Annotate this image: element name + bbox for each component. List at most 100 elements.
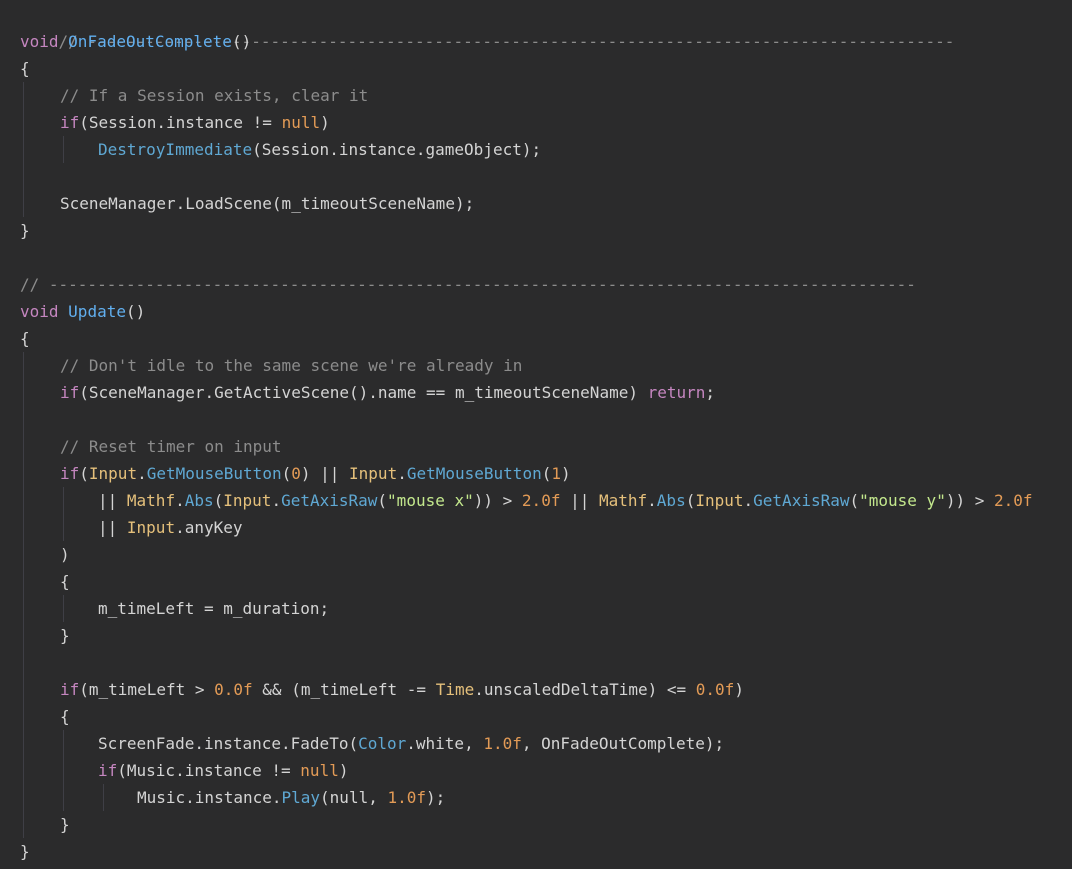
code-text: (Music.instance != bbox=[117, 761, 301, 780]
indent-guide bbox=[63, 136, 64, 163]
code-line: ScreenFade.instance.FadeTo(Color.white, … bbox=[98, 730, 724, 757]
type-name: Color bbox=[358, 734, 407, 753]
code-text: ); bbox=[426, 788, 446, 807]
code-line: void OnFadeOutComplete() bbox=[20, 28, 251, 55]
code-text: )) > bbox=[945, 491, 994, 510]
code-text: , bbox=[368, 788, 388, 807]
indent-guide bbox=[23, 82, 24, 217]
number-literal: 1.0f bbox=[483, 734, 522, 753]
code-text: || bbox=[98, 491, 127, 510]
keyword: if bbox=[60, 680, 80, 699]
code-line: { bbox=[20, 55, 30, 82]
code-text: . bbox=[271, 491, 282, 510]
comment: // Don't idle to the same scene we're al… bbox=[60, 356, 523, 375]
code-text: , OnFadeOutComplete); bbox=[521, 734, 725, 753]
code-text: ( bbox=[281, 464, 292, 483]
code-line: // Reset timer on input bbox=[60, 433, 282, 460]
code-line: // -------------------------------------… bbox=[20, 271, 916, 298]
code-text: (m_timeLeft > bbox=[79, 680, 215, 699]
code-editor[interactable]: // -------------------------------------… bbox=[0, 0, 1072, 869]
code-line: // Don't idle to the same scene we're al… bbox=[60, 352, 522, 379]
code-text: . bbox=[137, 464, 147, 483]
code-line: { bbox=[20, 325, 30, 352]
method-call: GetMouseButton bbox=[406, 464, 542, 483]
number-literal: 2.0f bbox=[521, 491, 561, 510]
code-text: ( bbox=[541, 464, 552, 483]
type-name: Mathf bbox=[126, 491, 176, 510]
number-literal: 0 bbox=[291, 464, 301, 483]
code-line: } bbox=[20, 217, 30, 244]
code-line: if(Input.GetMouseButton(0) || Input.GetM… bbox=[60, 460, 571, 487]
code-line: SceneManager.LoadScene(m_timeoutSceneNam… bbox=[60, 190, 474, 217]
brace: } bbox=[20, 842, 30, 861]
code-line: if(m_timeLeft > 0.0f && (m_timeLeft -= T… bbox=[60, 676, 744, 703]
code-text: m_timeLeft = m_duration; bbox=[98, 599, 330, 618]
code-text: Music.instance. bbox=[137, 788, 282, 807]
code-text: ScreenFade.instance.FadeTo( bbox=[98, 734, 359, 753]
code-line: Music.instance.Play(null, 1.0f); bbox=[137, 784, 445, 811]
null-literal: null bbox=[300, 761, 339, 780]
brace: { bbox=[60, 707, 70, 726]
code-line: if(Music.instance != null) bbox=[98, 757, 348, 784]
string-literal: "mouse x" bbox=[387, 491, 474, 510]
code-text: .unscaledDeltaTime) <= bbox=[474, 680, 696, 699]
code-text: (Session.instance.gameObject); bbox=[252, 140, 542, 159]
comment: // -------------------------------------… bbox=[20, 275, 916, 294]
keyword: return bbox=[647, 383, 706, 402]
brace: } bbox=[60, 626, 70, 645]
keyword: if bbox=[60, 113, 80, 132]
number-literal: 1.0f bbox=[387, 788, 426, 807]
punctuation: () bbox=[231, 32, 252, 51]
code-line: || Input.anyKey bbox=[98, 514, 243, 541]
code-text: || bbox=[98, 518, 127, 537]
code-text: . bbox=[397, 464, 407, 483]
code-text: ) bbox=[320, 113, 330, 132]
indent-guide bbox=[63, 487, 64, 541]
code-text: ( bbox=[213, 491, 224, 510]
function-name: Update bbox=[68, 302, 126, 321]
brace: } bbox=[60, 815, 70, 834]
comment: // Reset timer on input bbox=[60, 437, 282, 456]
brace: { bbox=[60, 572, 70, 591]
method-call: Play bbox=[281, 788, 321, 807]
code-text: || bbox=[560, 491, 599, 510]
code-text: ( bbox=[849, 491, 860, 510]
code-text: ( bbox=[320, 788, 330, 807]
code-text: ; bbox=[705, 383, 716, 402]
function-call: DestroyImmediate bbox=[98, 140, 253, 159]
indent-guide bbox=[23, 352, 24, 838]
type-name: Input bbox=[223, 491, 272, 510]
method-call: GetAxisRaw bbox=[753, 491, 850, 510]
method-call: GetMouseButton bbox=[146, 464, 282, 483]
code-text: (Session.instance != bbox=[79, 113, 282, 132]
number-literal: 1 bbox=[551, 464, 561, 483]
code-text: SceneManager.LoadScene(m_timeoutSceneNam… bbox=[60, 194, 475, 213]
code-text: ( bbox=[377, 491, 388, 510]
code-line: // If a Session exists, clear it bbox=[60, 82, 368, 109]
code-text: . bbox=[647, 491, 657, 510]
code-text: && (m_timeLeft -= bbox=[252, 680, 436, 699]
code-line: void Update() bbox=[20, 298, 145, 325]
type-name: Mathf bbox=[598, 491, 648, 510]
paren: ) bbox=[60, 545, 70, 564]
code-line: } bbox=[60, 811, 70, 838]
code-text: .white, bbox=[406, 734, 484, 753]
code-line: m_timeLeft = m_duration; bbox=[98, 595, 329, 622]
string-literal: "mouse y" bbox=[859, 491, 946, 510]
code-text: )) > bbox=[473, 491, 522, 510]
indent-guide bbox=[103, 784, 104, 811]
number-literal: 0.0f bbox=[214, 680, 253, 699]
type-name: Input bbox=[126, 518, 176, 537]
brace: { bbox=[20, 329, 30, 348]
code-line: if(Session.instance != null) bbox=[60, 109, 330, 136]
code-text: ( bbox=[79, 464, 89, 483]
code-text: ) bbox=[734, 680, 744, 699]
code-text: . bbox=[175, 491, 185, 510]
type-name: Time bbox=[435, 680, 475, 699]
code-text: ( bbox=[685, 491, 696, 510]
method-call: GetAxisRaw bbox=[281, 491, 378, 510]
type-name: Input bbox=[88, 464, 138, 483]
keyword: if bbox=[60, 383, 80, 402]
code-line: { bbox=[60, 703, 70, 730]
code-line: } bbox=[60, 622, 70, 649]
